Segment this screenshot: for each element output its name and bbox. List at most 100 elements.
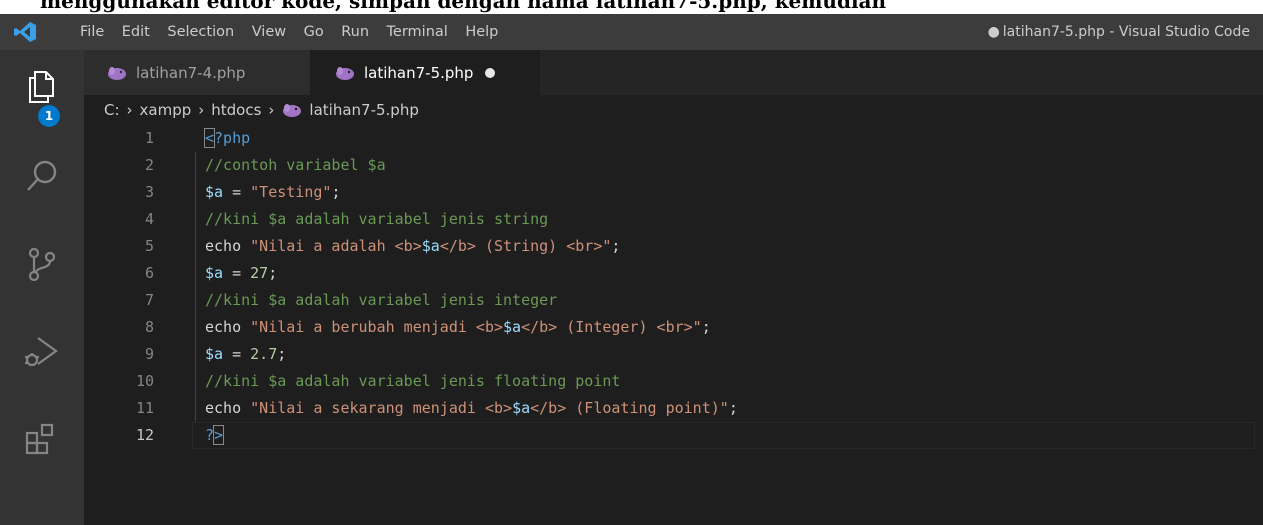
window-title-text: latihan7-5.php - Visual Studio Code: [1002, 24, 1250, 40]
code-token: "Nilai a adalah <b>: [250, 237, 422, 255]
code-line[interactable]: 2 //contoh variabel $a: [84, 152, 1263, 179]
line-number: 12: [135, 426, 154, 444]
breadcrumb-xampp[interactable]: xampp: [140, 101, 192, 119]
run-debug-icon[interactable]: [20, 330, 64, 374]
code-token: =: [223, 264, 251, 282]
php-file-icon: [336, 66, 354, 80]
code-line[interactable]: 5 echo "Nilai a adalah <b>$a</b> (String)…: [84, 233, 1263, 260]
code-text: <?php: [203, 125, 251, 152]
code-token: </b> (Integer) <br>": [521, 318, 702, 336]
code-line[interactable]: 9 $a = 2.7;: [84, 341, 1263, 368]
menu-help[interactable]: Help: [465, 24, 498, 40]
document-header-text: menggunakan editor kode, simpan dengan n…: [40, 0, 887, 13]
line-number: 7: [144, 291, 154, 309]
code-line[interactable]: 3 $a = "Testing";: [84, 179, 1263, 206]
code-token: echo: [205, 237, 251, 255]
menu-view[interactable]: View: [252, 24, 286, 40]
explorer-icon[interactable]: [20, 64, 64, 108]
code-text: //kini $a adalah variabel jenis string: [205, 206, 548, 233]
line-number: 3: [144, 183, 154, 201]
code-token: $a: [205, 183, 224, 201]
breadcrumb: C: › xampp › htdocs › latihan7-5.php: [104, 95, 419, 125]
menu-go[interactable]: Go: [304, 24, 324, 40]
code-token: =: [223, 345, 251, 363]
line-number: 1: [144, 129, 154, 147]
code-token: echo: [205, 318, 251, 336]
unsaved-indicator: ●: [987, 24, 1000, 40]
code-token: ;: [268, 264, 278, 282]
breadcrumb-drive[interactable]: C:: [104, 101, 120, 119]
code-line[interactable]: 10 //kini $a adalah variabel jenis floati…: [84, 368, 1263, 395]
code-line[interactable]: 6 $a = 27;: [84, 260, 1263, 287]
php-file-icon: [283, 104, 302, 117]
code-text: $a = "Testing";: [205, 179, 340, 206]
search-icon[interactable]: [20, 154, 64, 198]
menu-file[interactable]: File: [80, 24, 104, 40]
line-number: 9: [144, 345, 154, 363]
code-line[interactable]: 11 echo "Nilai a sekarang menjadi <b>$a</…: [84, 395, 1263, 422]
extensions-icon[interactable]: [20, 418, 64, 462]
code-text: echo "Nilai a sekarang menjadi <b>$a</b>…: [205, 395, 738, 422]
breadcrumb-file[interactable]: latihan7-5.php: [309, 101, 418, 119]
chevron-right-icon: ›: [198, 101, 205, 119]
code-token: $a: [205, 345, 224, 363]
code-text: //contoh variabel $a: [205, 152, 386, 179]
line-number: 6: [144, 264, 154, 282]
line-number: 8: [144, 318, 154, 336]
code-token: </b> (String) <br>": [439, 237, 612, 255]
code-token: >: [213, 425, 225, 445]
code-token: 27: [250, 264, 269, 282]
tab-latihan7-5[interactable]: latihan7-5.php: [310, 50, 540, 95]
activity-bar: 1: [0, 50, 84, 525]
code-text: echo "Nilai a adalah <b>$a</b> (String) …: [205, 233, 620, 260]
code-token: ;: [277, 345, 287, 363]
line-number: 10: [135, 372, 154, 390]
code-token: =: [223, 183, 251, 201]
chevron-right-icon: ›: [268, 101, 275, 119]
breadcrumb-htdocs[interactable]: htdocs: [211, 101, 261, 119]
code-editor[interactable]: 1 <?php 2 //contoh variabel $a 3 $a = "Testin…: [84, 125, 1263, 525]
menu-selection[interactable]: Selection: [167, 24, 234, 40]
tab-latihan7-4[interactable]: latihan7-4.php: [84, 50, 310, 95]
vscode-logo-icon: [14, 22, 36, 42]
code-text: $a = 2.7;: [205, 341, 286, 368]
code-token: $a: [205, 264, 224, 282]
line-number: 11: [135, 399, 154, 417]
line-number: 2: [144, 156, 154, 174]
line-number: 5: [144, 237, 154, 255]
chevron-right-icon: ›: [126, 101, 133, 119]
code-line[interactable]: 1 <?php: [84, 125, 1263, 152]
code-token: "Nilai a sekarang menjadi <b>: [250, 399, 513, 417]
php-file-icon: [108, 66, 126, 80]
code-line[interactable]: 12 ?>: [84, 422, 1263, 449]
code-text: echo "Nilai a berubah menjadi <b>$a</b> …: [205, 314, 711, 341]
tabs-bar: latihan7-4.php latihan7-5.php: [84, 50, 1263, 95]
tab-label: latihan7-5.php: [364, 63, 474, 82]
menu-terminal[interactable]: Terminal: [387, 24, 448, 40]
menu-run[interactable]: Run: [341, 24, 369, 40]
unsaved-dot-icon[interactable]: [485, 67, 496, 78]
code-token: echo: [205, 399, 251, 417]
code-token: ;: [331, 183, 341, 201]
code-token: ?: [205, 426, 215, 444]
code-text: //kini $a adalah variabel jenis floating…: [205, 368, 620, 395]
code-token: //kini $a adalah variabel jenis integer: [205, 291, 558, 309]
code-token: "Testing": [250, 183, 332, 201]
explorer-badge: 1: [38, 105, 60, 127]
code-token: //kini $a adalah variabel jenis string: [205, 210, 549, 228]
menu-edit[interactable]: Edit: [122, 24, 150, 40]
code-line[interactable]: 8 echo "Nilai a berubah menjadi <b>$a</b>…: [84, 314, 1263, 341]
menu-bar: File Edit Selection View Go Run Terminal…: [80, 14, 516, 50]
document-header: menggunakan editor kode, simpan dengan n…: [0, 0, 1263, 14]
code-line[interactable]: 4 //kini $a adalah variabel jenis string: [84, 206, 1263, 233]
code-token: $a: [512, 399, 531, 417]
code-text: //kini $a adalah variabel jenis integer: [205, 287, 557, 314]
code-token: //contoh variabel $a: [205, 156, 386, 174]
source-control-icon[interactable]: [20, 242, 64, 286]
line-number: 4: [144, 210, 154, 228]
code-token: //kini $a adalah variabel jenis floating…: [205, 372, 621, 390]
code-line[interactable]: 7 //kini $a adalah variabel jenis integer: [84, 287, 1263, 314]
code-token: <?php: [203, 128, 251, 148]
code-text: ?>: [205, 422, 225, 449]
code-token: ;: [728, 399, 738, 417]
